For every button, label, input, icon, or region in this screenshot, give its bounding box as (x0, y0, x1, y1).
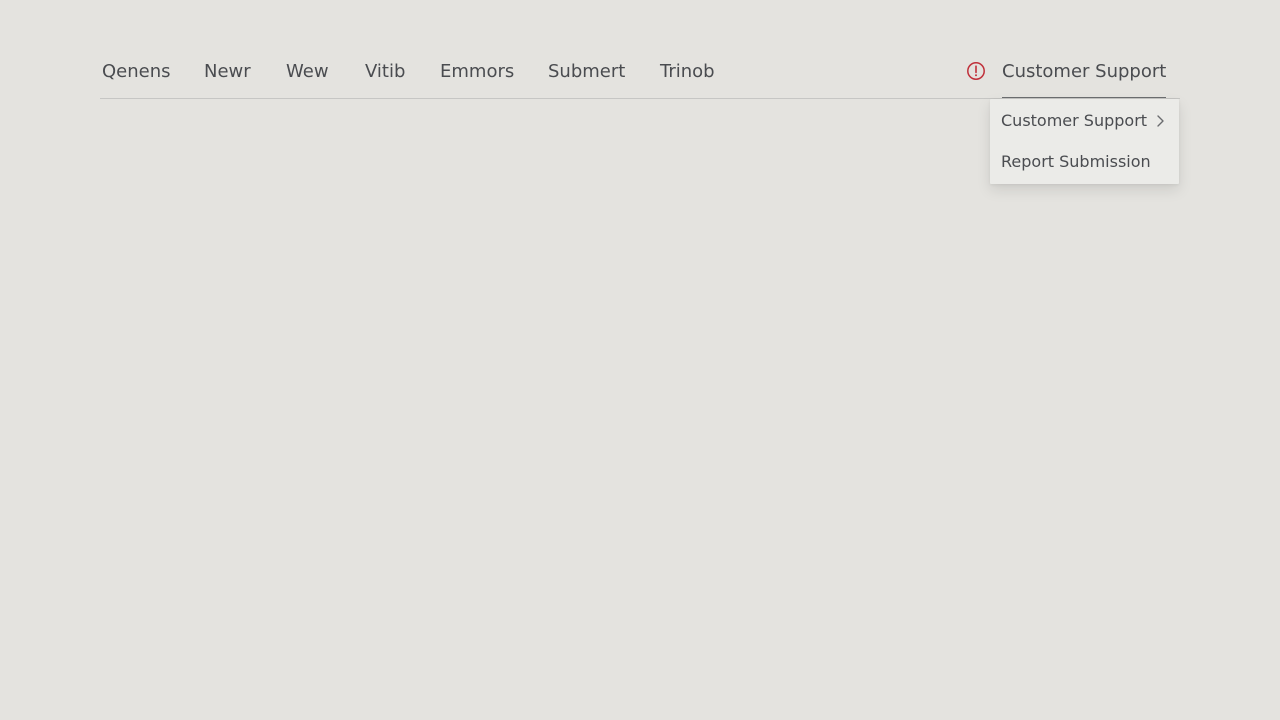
support-dropdown: Customer Support Report Submission (990, 99, 1179, 184)
customer-support-menu[interactable]: Customer Support (966, 52, 1166, 98)
nav-item-wew[interactable]: Wew (286, 61, 329, 83)
dropdown-item-customer-support[interactable]: Customer Support (1001, 111, 1147, 131)
nav-item-qenens[interactable]: Qenens (102, 61, 171, 83)
nav-item-emmors[interactable]: Emmors (440, 61, 514, 83)
nav-item-newr[interactable]: Newr (204, 61, 251, 83)
nav-item-trinob[interactable]: Trinob (660, 61, 715, 83)
page: Qenens Newr Wew Vitib Emmors Submert Tri… (0, 0, 1280, 720)
active-underline (1002, 97, 1166, 98)
dropdown-item-report-submission[interactable]: Report Submission (1001, 152, 1151, 172)
customer-support-trigger[interactable]: Customer Support (1002, 61, 1166, 83)
nav-item-vitib[interactable]: Vitib (365, 61, 405, 83)
chevron-right-icon (1157, 115, 1164, 127)
nav-item-submert[interactable]: Submert (548, 61, 625, 83)
alert-circle-icon (967, 62, 985, 80)
top-menu-bar: Qenens Newr Wew Vitib Emmors Submert Tri… (100, 52, 1180, 99)
